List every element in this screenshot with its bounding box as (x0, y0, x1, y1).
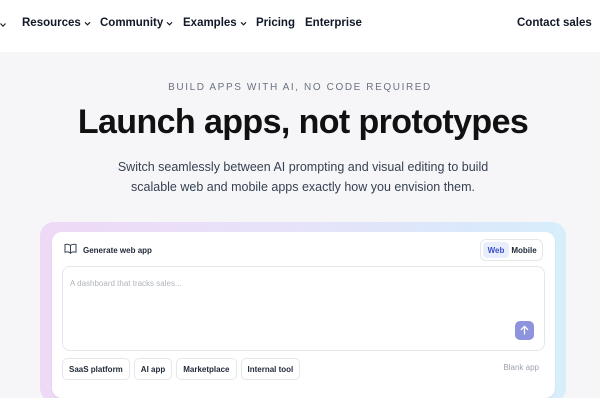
submit-button[interactable] (515, 321, 534, 340)
nav-item-examples[interactable]: Examples (183, 15, 247, 31)
prompt-box (62, 266, 545, 351)
app-generator-card: Generate web app Web Mobile SaaS platfor… (52, 232, 555, 398)
chip-marketplace[interactable]: Marketplace (176, 358, 237, 380)
nav-item-label: Community (100, 17, 164, 29)
nav-item-label: Pricing (256, 17, 295, 29)
nav-item-label: Examples (183, 17, 237, 29)
hero-eyebrow: BUILD APPS WITH AI, NO CODE REQUIRED (168, 82, 432, 93)
nav-item-enterprise[interactable]: Enterprise (305, 15, 362, 31)
nav-item-pricing[interactable]: Pricing (256, 15, 295, 31)
nav-item-community[interactable]: Community (100, 15, 173, 31)
contact-sales-label: Contact sales (517, 17, 592, 29)
nav-item-label: Enterprise (305, 17, 362, 29)
hero-subtitle: Switch seamlessly between AI prompting a… (117, 160, 489, 194)
hero-headline: Launch apps, not prototypes (77, 103, 529, 141)
chevron-down-icon (240, 20, 247, 27)
chip-saas-platform[interactable]: SaaS platform (62, 358, 130, 380)
chevron-down-icon[interactable] (0, 19, 6, 31)
chevron-down-icon (84, 20, 91, 27)
contact-sales-link[interactable]: Contact sales (517, 15, 592, 31)
platform-toggle: Web Mobile (480, 239, 543, 261)
book-open-icon (64, 241, 77, 259)
suggestion-chips: SaaS platform AI app Marketplace Interna… (62, 358, 301, 380)
card-title: Generate web app (83, 245, 152, 255)
top-nav: Resources Community Examples Pricing Ent… (0, 0, 600, 52)
nav-item-resources[interactable]: Resources (22, 15, 91, 31)
nav-item-label: Resources (22, 17, 81, 29)
chip-ai-app[interactable]: AI app (133, 358, 173, 380)
prompt-input[interactable] (70, 276, 490, 290)
chip-internal-tool[interactable]: Internal tool (240, 358, 301, 380)
chevron-down-icon (166, 20, 173, 27)
blank-app-link[interactable]: Blank app (503, 363, 539, 372)
platform-option-mobile[interactable]: Mobile (509, 242, 539, 258)
card-header: Generate web app (64, 243, 152, 257)
platform-option-web[interactable]: Web (483, 242, 509, 258)
arrow-up-icon (520, 322, 529, 340)
